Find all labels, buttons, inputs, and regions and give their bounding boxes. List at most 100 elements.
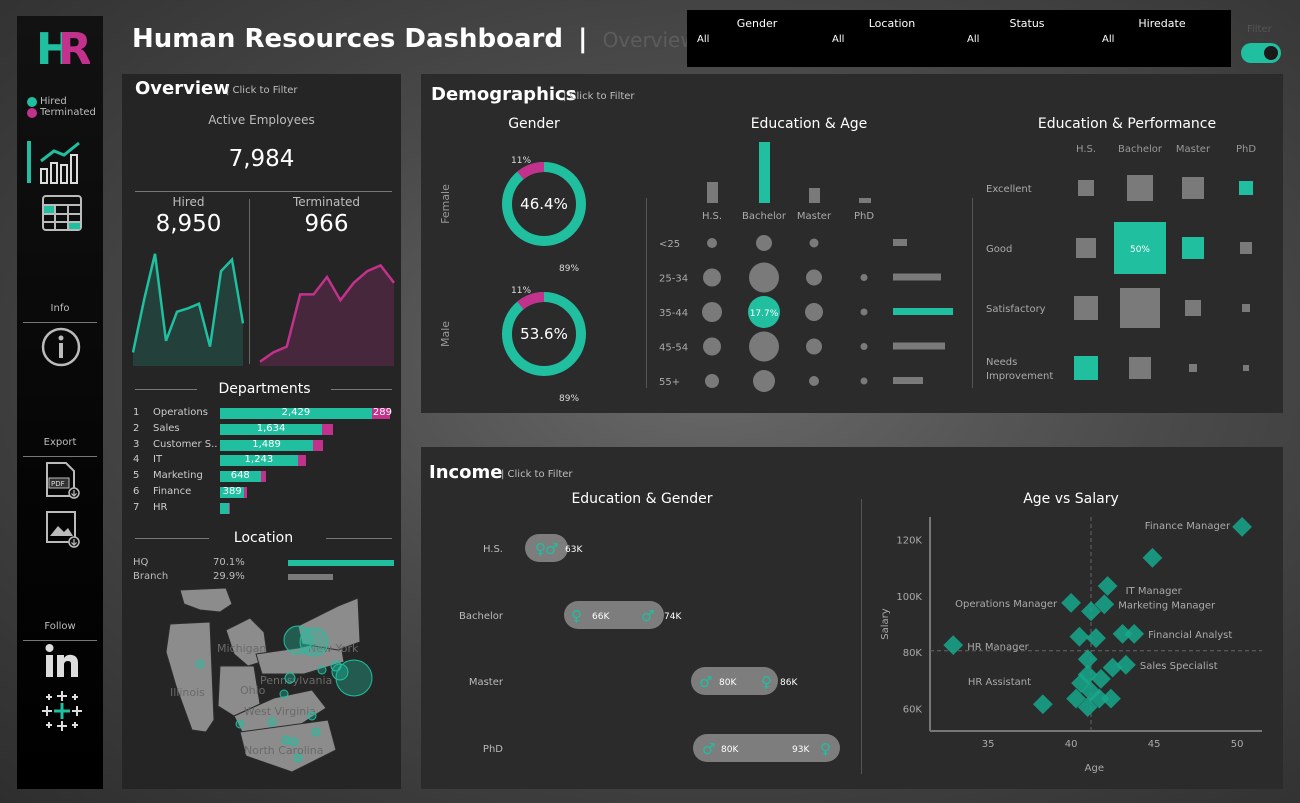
perf-square[interactable] — [1074, 296, 1098, 320]
education-total-bar[interactable] — [809, 188, 820, 203]
perf-square[interactable] — [1182, 237, 1204, 259]
perf-square[interactable] — [1243, 365, 1249, 371]
dept-hired-bar[interactable]: 648 — [220, 470, 261, 483]
perf-square[interactable] — [1240, 242, 1252, 254]
department-row[interactable]: 4 IT 1,243 — [133, 454, 398, 468]
age-edu-bubble[interactable] — [806, 338, 822, 355]
age-edu-bubble[interactable] — [860, 377, 868, 385]
edu-perf-chart[interactable]: H.S. Bachelor Master PhD Excellent Good Satisf… — [976, 134, 1281, 404]
map-location-bubble[interactable] — [279, 689, 289, 699]
scatter-point[interactable] — [1232, 516, 1252, 537]
dept-hired-bar[interactable]: 1,634 — [220, 423, 323, 435]
age-edu-bubble[interactable] — [860, 308, 868, 316]
map-location-bubble[interactable] — [330, 660, 342, 672]
overview-panel[interactable]: Overview | Click to Filter Active Employ… — [122, 74, 401, 789]
map-location-bubble[interactable] — [317, 665, 327, 675]
perf-square[interactable] — [1074, 356, 1098, 380]
dept-terminated-bar[interactable] — [313, 439, 324, 451]
scatter-point[interactable] — [1061, 592, 1081, 613]
filter-status[interactable]: Status All — [965, 17, 1095, 57]
age-edu-bubble[interactable] — [809, 238, 819, 248]
scatter-point[interactable] — [1142, 547, 1163, 568]
location-map[interactable]: Michigan New York Illinois Ohio Pennsylvania… — [122, 582, 401, 785]
filter-hiredate[interactable]: Hiredate All — [1100, 17, 1230, 57]
income-panel[interactable]: Income | Click to Filter Education & Gen… — [421, 447, 1283, 789]
age-edu-bubble[interactable] — [705, 374, 719, 388]
age-edu-bubble[interactable] — [860, 274, 868, 281]
scatter-point[interactable] — [1032, 694, 1053, 715]
dept-hired-bar[interactable]: 1,243 — [220, 454, 298, 467]
dept-terminated-bar[interactable] — [229, 502, 230, 514]
dept-hired-bar[interactable] — [220, 502, 230, 514]
age-edu-bubble[interactable] — [756, 235, 772, 251]
map-location-bubble[interactable] — [195, 659, 205, 669]
map-location-bubble[interactable] — [281, 735, 291, 745]
perf-square[interactable] — [1076, 238, 1096, 258]
department-row[interactable]: 6 Finance 389 — [133, 486, 398, 500]
scatter-point[interactable] — [1069, 626, 1090, 647]
age-edu-bubble[interactable] — [860, 343, 868, 350]
image-export-icon[interactable] — [44, 509, 82, 549]
map-region-upper-michigan[interactable] — [179, 587, 233, 613]
map-location-bubble[interactable] — [289, 737, 299, 747]
age-salary-scatter[interactable]: 60K 80K 100K 120K 35 40 45 50 Salary Age Finance M… — [862, 507, 1283, 789]
filter-value[interactable]: All — [967, 34, 979, 45]
dept-terminated-bar[interactable] — [297, 455, 306, 467]
age-edu-bubble[interactable] — [749, 262, 779, 293]
age-edu-bubble[interactable] — [703, 337, 721, 356]
map-location-bubble[interactable] — [311, 727, 321, 737]
age-edu-bubble[interactable] — [806, 269, 822, 286]
filter-toggle[interactable] — [1241, 43, 1281, 63]
hr-logo[interactable]: H R — [34, 24, 90, 72]
age-total-bar[interactable] — [893, 239, 907, 246]
dept-hired-bar[interactable]: 389 — [220, 486, 245, 498]
age-total-bar[interactable] — [893, 377, 923, 384]
education-total-bar[interactable] — [707, 182, 718, 203]
pdf-export-icon[interactable]: PDF — [44, 460, 82, 500]
scatter-point[interactable] — [943, 635, 964, 656]
map-location-bubble[interactable] — [267, 717, 277, 727]
map-location-bubble[interactable] — [284, 672, 296, 684]
linkedin-icon[interactable] — [44, 643, 80, 679]
terminated-sparkline[interactable] — [259, 242, 395, 368]
location-bar[interactable] — [288, 574, 334, 580]
scatter-point[interactable] — [1101, 688, 1121, 709]
dept-hired-bar[interactable]: 1,489 — [220, 439, 314, 451]
scatter-point[interactable] — [1086, 628, 1106, 648]
tableau-icon[interactable] — [39, 688, 85, 734]
department-row[interactable]: 5 Marketing 648 — [133, 470, 398, 484]
location-row[interactable]: HQ 70.1% — [133, 557, 398, 570]
map-region-illinois[interactable] — [165, 621, 215, 733]
scatter-point[interactable] — [1124, 623, 1145, 644]
dept-terminated-bar[interactable] — [244, 487, 248, 498]
dept-terminated-bar[interactable] — [322, 423, 334, 435]
perf-square[interactable] — [1189, 364, 1197, 372]
gender-donuts[interactable]: Female 46.4% 11% 89% Male 53.6% 11% 89% — [421, 134, 646, 404]
perf-square[interactable] — [1120, 288, 1160, 328]
info-icon[interactable] — [41, 327, 81, 367]
education-total-bar[interactable] — [859, 198, 871, 203]
age-edu-bubble[interactable] — [707, 238, 717, 248]
edu-gender-chart[interactable]: H.S. ♀ ♂ 63K Bachelor ♀ 66K ♂ 74K Master ♂ 80K ♀ 86K P… — [421, 517, 861, 787]
age-edu-bubble[interactable] — [753, 370, 775, 392]
dept-hired-bar[interactable]: 2,429 — [220, 407, 372, 419]
location-bar[interactable] — [288, 560, 394, 566]
perf-square[interactable] — [1127, 175, 1153, 201]
filter-value[interactable]: All — [832, 34, 844, 45]
chart-icon[interactable] — [27, 141, 89, 185]
scatter-point[interactable] — [1097, 576, 1118, 596]
map-location-bubble[interactable] — [307, 711, 317, 721]
age-edu-bubble[interactable] — [809, 376, 819, 386]
age-edu-bubble[interactable] — [805, 303, 823, 321]
dept-terminated-bar[interactable] — [260, 471, 267, 483]
department-row[interactable]: 1 Operations 2,429 289 — [133, 407, 398, 421]
age-edu-bubble[interactable] — [703, 268, 721, 287]
edu-age-chart[interactable]: H.S. Bachelor Master PhD <25 25-34 35-44 45-54 5… — [651, 134, 969, 404]
department-row[interactable]: 3 Customer S.. 1,489 — [133, 439, 398, 453]
demographics-panel[interactable]: Demographics | Click to Filter Gender Fe… — [421, 74, 1283, 413]
filter-value[interactable]: All — [1102, 34, 1114, 45]
dept-terminated-bar[interactable]: 289 — [371, 407, 392, 419]
perf-square[interactable] — [1185, 300, 1201, 316]
age-edu-bubble[interactable] — [749, 331, 779, 362]
perf-square[interactable] — [1078, 180, 1094, 196]
